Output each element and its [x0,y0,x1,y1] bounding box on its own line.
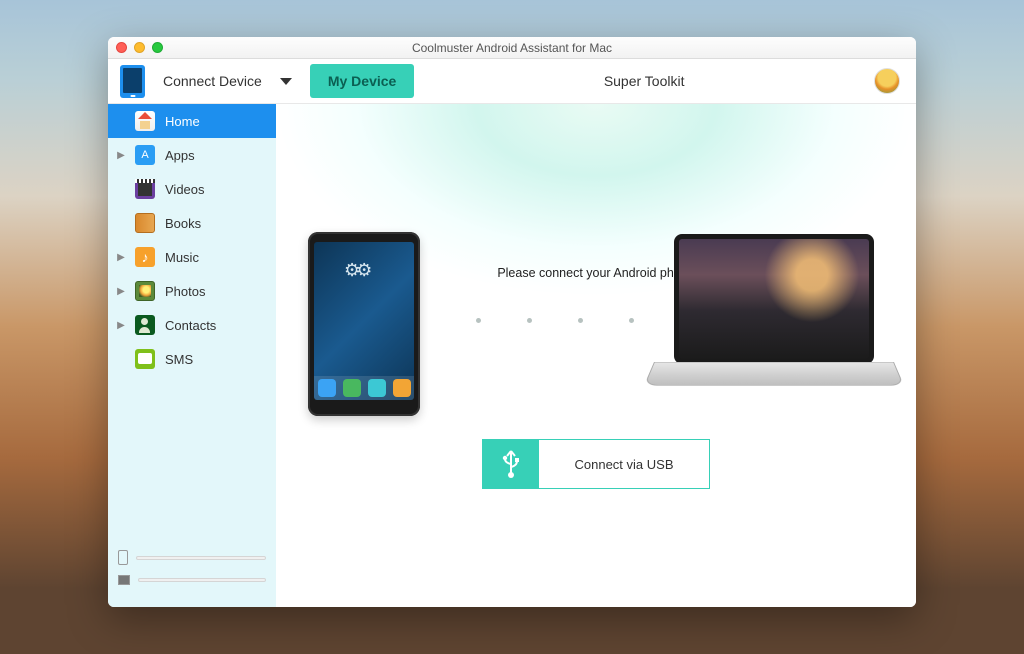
connect-device-dropdown[interactable]: Connect Device [163,73,292,89]
apps-icon: A [135,145,155,165]
connect-via-usb-label: Connect via USB [539,440,709,488]
sidebar-item-label: Music [165,250,199,265]
connect-device-label: Connect Device [163,73,262,89]
storage-sd-row [118,575,266,585]
toolbar: Connect Device My Device Super Toolkit [108,59,916,104]
expand-icon[interactable]: ▶ [117,320,125,331]
sidebar-item-contacts[interactable]: ▶ Contacts [108,308,276,342]
videos-icon [135,179,155,199]
sd-storage-bar [138,578,266,582]
expand-icon[interactable]: ▶ [117,150,125,161]
photos-icon [135,281,155,301]
expand-icon[interactable]: ▶ [117,252,125,263]
window-title: Coolmuster Android Assistant for Mac [108,41,916,55]
sidebar-item-sms[interactable]: ▶ SMS [108,342,276,376]
sidebar-item-label: Home [165,114,200,129]
contacts-icon [135,315,155,335]
laptop-illustration [654,234,894,406]
phone-storage-icon [118,550,128,565]
sidebar-item-home[interactable]: ▶ Home [108,104,276,138]
sidebar-item-label: SMS [165,352,193,367]
sms-icon [135,349,155,369]
sidebar-item-photos[interactable]: ▶ Photos [108,274,276,308]
user-avatar[interactable] [874,68,900,94]
music-icon: ♪ [135,247,155,267]
storage-indicators [108,540,276,607]
sidebar-item-books[interactable]: ▶ Books [108,206,276,240]
super-toolkit-tab[interactable]: Super Toolkit [432,73,856,89]
sidebar-item-label: Videos [165,182,205,197]
my-device-button[interactable]: My Device [310,64,414,98]
sidebar: ▶ Home ▶ A Apps ▶ Videos ▶ Books ▶ ♪ [108,104,276,607]
usb-icon [483,440,539,488]
content-area: ▶ Home ▶ A Apps ▶ Videos ▶ Books ▶ ♪ [108,104,916,607]
main-panel: ⚙⚙ Please connect your Android phone [276,104,916,607]
app-window: Coolmuster Android Assistant for Mac Con… [108,37,916,607]
storage-phone-row [118,550,266,565]
device-icon [120,65,145,98]
home-icon [135,111,155,131]
books-icon [135,213,155,233]
sidebar-item-label: Books [165,216,201,231]
sidebar-item-apps[interactable]: ▶ A Apps [108,138,276,172]
sidebar-item-music[interactable]: ▶ ♪ Music [108,240,276,274]
sidebar-item-videos[interactable]: ▶ Videos [108,172,276,206]
title-bar: Coolmuster Android Assistant for Mac [108,37,916,59]
sd-card-icon [118,575,130,585]
sidebar-item-label: Photos [165,284,205,299]
transfer-dots [476,318,634,323]
expand-icon[interactable]: ▶ [117,286,125,297]
android-phone-illustration: ⚙⚙ [308,232,420,416]
phone-storage-bar [136,556,266,560]
connect-via-usb-button[interactable]: Connect via USB [482,439,710,489]
dropdown-caret-icon [280,78,292,85]
sidebar-item-label: Apps [165,148,195,163]
sidebar-item-label: Contacts [165,318,216,333]
